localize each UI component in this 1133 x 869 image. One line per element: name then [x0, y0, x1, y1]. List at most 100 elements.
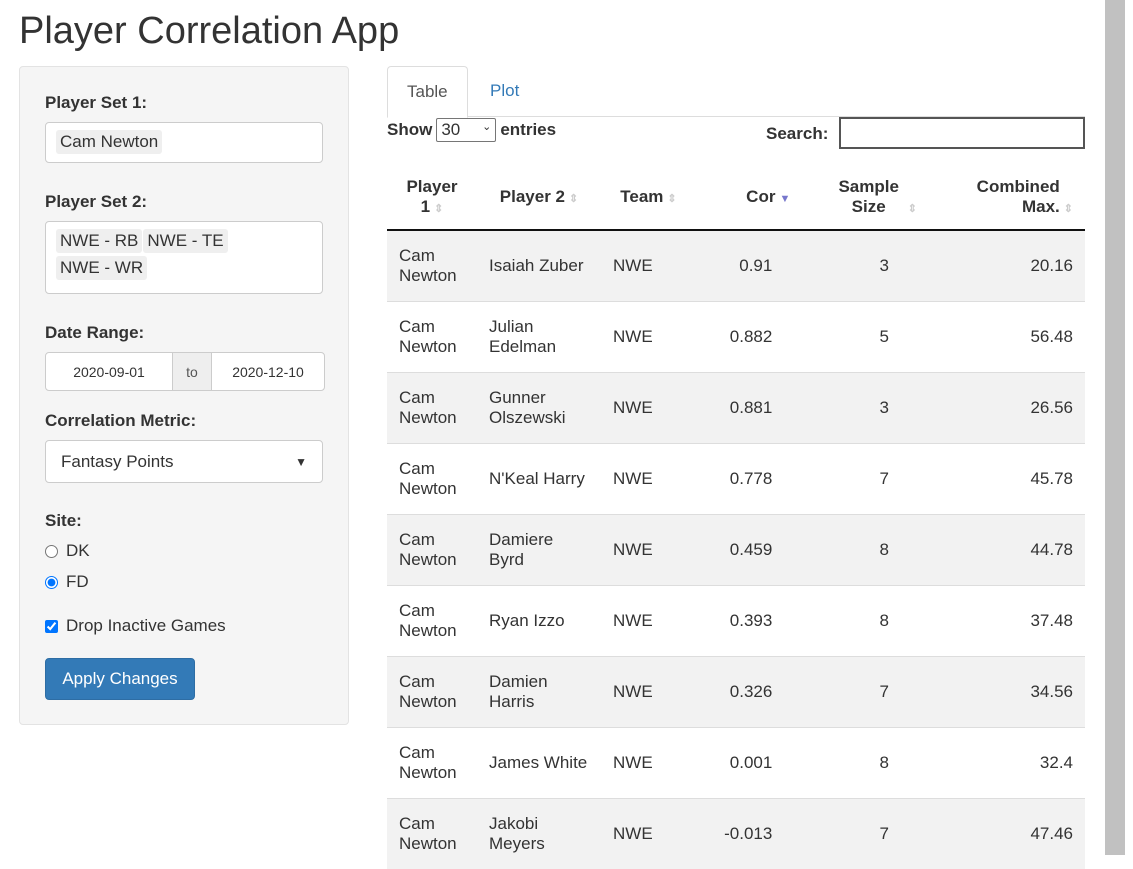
- sidebar-panel: Player Set 1: Cam Newton Player Set 2: N…: [19, 66, 349, 725]
- column-label: Cor: [746, 187, 776, 206]
- table-cell: 0.881: [695, 371, 803, 443]
- player-set-2-input[interactable]: NWE - RB NWE - TE NWE - WR: [45, 221, 323, 294]
- selected-chip[interactable]: Cam Newton: [56, 130, 163, 154]
- sort-icon: ⇕: [667, 193, 677, 205]
- tab-plot[interactable]: Plot: [471, 66, 538, 116]
- selected-chip[interactable]: NWE - TE: [143, 229, 228, 253]
- sort-icon: ⇕: [1063, 203, 1073, 215]
- table-cell: 0.882: [695, 300, 803, 372]
- table-row: Cam Newton Julian Edelman NWE 0.882 5 56.48: [387, 300, 1085, 372]
- metric-value: Fantasy Points: [61, 452, 174, 471]
- table-cell: 7: [802, 655, 929, 727]
- table-cell: Damien Harris: [477, 655, 601, 727]
- table-row: Cam Newton Damien Harris NWE 0.326 7 34.56: [387, 655, 1085, 727]
- table-cell: NWE: [601, 442, 696, 514]
- table-row: Cam Newton James White NWE 0.001 8 32.4: [387, 726, 1085, 798]
- table-cell: -0.013: [695, 797, 803, 869]
- table-cell: NWE: [601, 655, 696, 727]
- table-cell: 44.78: [928, 513, 1085, 585]
- column-label: Player 2: [499, 187, 565, 206]
- table-row: Cam Newton Damiere Byrd NWE 0.459 8 44.78: [387, 513, 1085, 585]
- table-cell: Cam Newton: [387, 371, 477, 443]
- table-cell: Cam Newton: [387, 655, 477, 727]
- tab-bar: Table Plot: [387, 66, 1085, 118]
- show-label: Show: [387, 120, 433, 139]
- column-label: Team: [620, 187, 664, 206]
- caret-down-icon: ▼: [295, 455, 307, 469]
- entries-select[interactable]: 30 ⌄: [436, 118, 497, 142]
- table-cell: 8: [802, 726, 929, 798]
- column-label: Player 1: [406, 177, 458, 216]
- table-cell: 34.56: [928, 655, 1085, 727]
- checkbox-label: Drop Inactive Games: [66, 616, 226, 635]
- table-cell: Damiere Byrd: [477, 513, 601, 585]
- metric-select[interactable]: Fantasy Points ▼: [45, 440, 323, 483]
- table-cell: James White: [477, 726, 601, 798]
- sort-icon: ⇕: [569, 193, 579, 205]
- table-cell: 8: [802, 513, 929, 585]
- table-cell: Isaiah Zuber: [477, 229, 601, 301]
- table-cell: 3: [802, 229, 929, 301]
- entries-value: 30: [441, 120, 461, 139]
- table-cell: Ryan Izzo: [477, 584, 601, 656]
- column-header[interactable]: Team ⇕: [601, 165, 696, 231]
- sort-icon: ⇕: [907, 203, 917, 215]
- selected-chip[interactable]: NWE - RB: [56, 229, 143, 253]
- table-cell: 7: [802, 797, 929, 869]
- table-row: Cam Newton Jakobi Meyers NWE -0.013 7 47.46: [387, 797, 1085, 869]
- table-cell: Cam Newton: [387, 300, 477, 372]
- column-label: Combined Max.: [976, 177, 1060, 216]
- results-table: Player 1 ⇕ Player 2 ⇕ Team ⇕ Cor ▼ Sample Size ⇕ C…: [387, 165, 1085, 869]
- table-cell: 20.16: [928, 229, 1085, 301]
- date-range-label: Date Range:: [45, 323, 145, 342]
- sort-desc-icon: ▼: [779, 193, 791, 205]
- table-cell: Cam Newton: [387, 797, 477, 869]
- table-cell: 47.46: [928, 797, 1085, 869]
- drop-inactive-checkbox[interactable]: Drop Inactive Games: [45, 616, 226, 636]
- player-set-1-input[interactable]: Cam Newton: [45, 122, 323, 163]
- column-header[interactable]: Combined Max. ⇕: [928, 165, 1085, 231]
- site-label: Site:: [45, 511, 82, 530]
- sort-icon: ⇕: [434, 203, 444, 215]
- radio-label: DK: [66, 541, 90, 560]
- table-cell: 37.48: [928, 584, 1085, 656]
- table-row: Cam Newton Ryan Izzo NWE 0.393 8 37.48: [387, 584, 1085, 656]
- table-cell: 0.459: [695, 513, 803, 585]
- table-cell: Gunner Olszewski: [477, 371, 601, 443]
- site-radio-fd[interactable]: FD: [45, 572, 89, 592]
- table-cell: Cam Newton: [387, 584, 477, 656]
- player-set-1-label: Player Set 1:: [45, 93, 148, 112]
- scrollbar[interactable]: [1105, 0, 1125, 855]
- selected-chip[interactable]: NWE - WR: [56, 256, 148, 280]
- table-cell: 0.91: [695, 229, 803, 301]
- search-input[interactable]: [839, 117, 1085, 149]
- table-cell: NWE: [601, 229, 696, 301]
- table-cell: 45.78: [928, 442, 1085, 514]
- table-cell: 32.4: [928, 726, 1085, 798]
- table-cell: 26.56: [928, 371, 1085, 443]
- metric-label: Correlation Metric:: [45, 411, 197, 430]
- apply-changes-button[interactable]: Apply Changes: [45, 658, 195, 700]
- date-separator: to: [172, 353, 212, 390]
- page-title: Player Correlation App: [19, 10, 400, 52]
- entries-label: entries: [500, 120, 557, 139]
- site-radio-dk[interactable]: DK: [45, 541, 90, 561]
- table-cell: NWE: [601, 797, 696, 869]
- table-cell: 7: [802, 442, 929, 514]
- column-header[interactable]: Cor ▼: [695, 165, 803, 231]
- table-cell: Cam Newton: [387, 726, 477, 798]
- tab-table[interactable]: Table: [387, 66, 468, 118]
- table-cell: 5: [802, 300, 929, 372]
- table-cell: Cam Newton: [387, 229, 477, 301]
- table-cell: 3: [802, 371, 929, 443]
- table-cell: NWE: [601, 300, 696, 372]
- column-header[interactable]: Player 1 ⇕: [387, 165, 477, 231]
- table-row: Cam Newton N'Keal Harry NWE 0.778 7 45.78: [387, 442, 1085, 514]
- date-range-input: 2020-09-01 to 2020-12-10: [45, 352, 325, 391]
- table-cell: Julian Edelman: [477, 300, 601, 372]
- column-header[interactable]: Sample Size ⇕: [802, 165, 929, 231]
- end-date-input[interactable]: 2020-12-10: [212, 353, 324, 390]
- column-header[interactable]: Player 2 ⇕: [477, 165, 601, 231]
- start-date-input[interactable]: 2020-09-01: [46, 353, 172, 390]
- table-cell: 0.001: [695, 726, 803, 798]
